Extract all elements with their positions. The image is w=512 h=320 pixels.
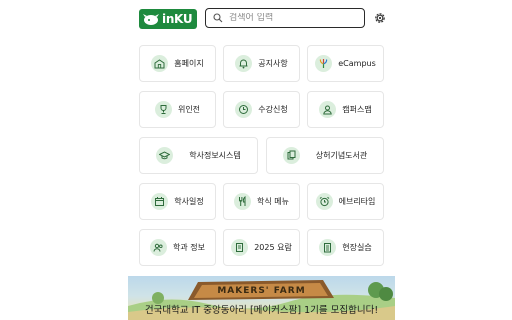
tile-academic-calendar[interactable]: 학사일정 xyxy=(139,183,216,220)
logo-text: inKU xyxy=(162,12,193,26)
right-margin xyxy=(395,0,512,320)
school-icon xyxy=(151,55,169,72)
search-icon xyxy=(213,13,223,23)
tile-label: 캠퍼스맵 xyxy=(342,105,372,114)
banner-text: 건국대학교 IT 중앙동아리 [메이커스팜] 1기를 모집합니다! xyxy=(144,305,379,316)
tile-label: 학사정보시스템 xyxy=(189,151,241,160)
left-margin xyxy=(0,0,128,320)
tile-notice[interactable]: 공지사항 xyxy=(223,45,300,82)
tile-dept-info[interactable]: 학과 정보 xyxy=(139,229,216,266)
cow-logo-icon xyxy=(143,14,159,25)
tile-label: 홈페이지 xyxy=(174,59,204,68)
logo[interactable]: inKU xyxy=(139,9,197,29)
gear-icon[interactable] xyxy=(373,11,387,25)
tile-label: 학과 정보 xyxy=(173,243,205,252)
book-icon xyxy=(282,147,300,164)
tile-label: 현장실습 xyxy=(342,243,372,252)
tile-label: 상허기념도서관 xyxy=(315,151,368,160)
people-icon xyxy=(150,239,167,256)
building-icon xyxy=(319,239,337,256)
tile-every-time[interactable]: 에브리타임 xyxy=(307,183,384,220)
tile-label: eCampus xyxy=(338,59,376,68)
tile-label: 학식 메뉴 xyxy=(257,197,289,206)
tile-ecampus[interactable]: eCampus xyxy=(307,45,384,82)
scroll-icon xyxy=(231,239,249,256)
tile-label: 에브리타임 xyxy=(338,197,376,206)
tile-field-practice[interactable]: 현장실습 xyxy=(307,229,384,266)
tile-label: 위인전 xyxy=(177,105,201,114)
tile-label: 공지사항 xyxy=(258,59,288,68)
ecampus-icon xyxy=(315,55,333,72)
tile-label: 수강신청 xyxy=(258,105,288,114)
tile-label: 2025 요람 xyxy=(254,243,292,252)
calendar-icon xyxy=(151,193,169,210)
search-bar[interactable] xyxy=(205,8,365,28)
header: inKU xyxy=(128,0,395,38)
tile-committee[interactable]: 위인전 xyxy=(139,91,216,128)
trophy-icon xyxy=(154,101,172,118)
tile-academic-info[interactable]: 학사정보시스템 xyxy=(139,137,258,174)
tile-handbook[interactable]: 2025 요람 xyxy=(223,229,300,266)
tile-course-registration[interactable]: 수강신청 xyxy=(223,91,300,128)
app-viewport: inKU 홈페이지 공지사항 eCampus xyxy=(128,0,395,320)
user-icon xyxy=(319,101,337,118)
clock-icon xyxy=(235,101,253,118)
banner-title: MAKERS' FARM xyxy=(217,286,306,296)
search-input[interactable] xyxy=(229,13,349,23)
utensils-icon xyxy=(234,193,251,210)
graduation-cap-icon xyxy=(156,147,174,164)
tile-cafeteria-menu[interactable]: 학식 메뉴 xyxy=(223,183,300,220)
bell-icon xyxy=(235,55,253,72)
alarm-clock-icon xyxy=(315,193,333,210)
tile-library[interactable]: 상허기념도서관 xyxy=(266,137,384,174)
tile-campus-map[interactable]: 캠퍼스맵 xyxy=(307,91,384,128)
tile-label: 학사일정 xyxy=(174,197,204,206)
promo-banner[interactable]: MAKERS' FARM 건국대학교 IT 중앙동아리 [메이커스팜] 1기를 … xyxy=(128,276,395,320)
tile-homepage[interactable]: 홈페이지 xyxy=(139,45,216,82)
